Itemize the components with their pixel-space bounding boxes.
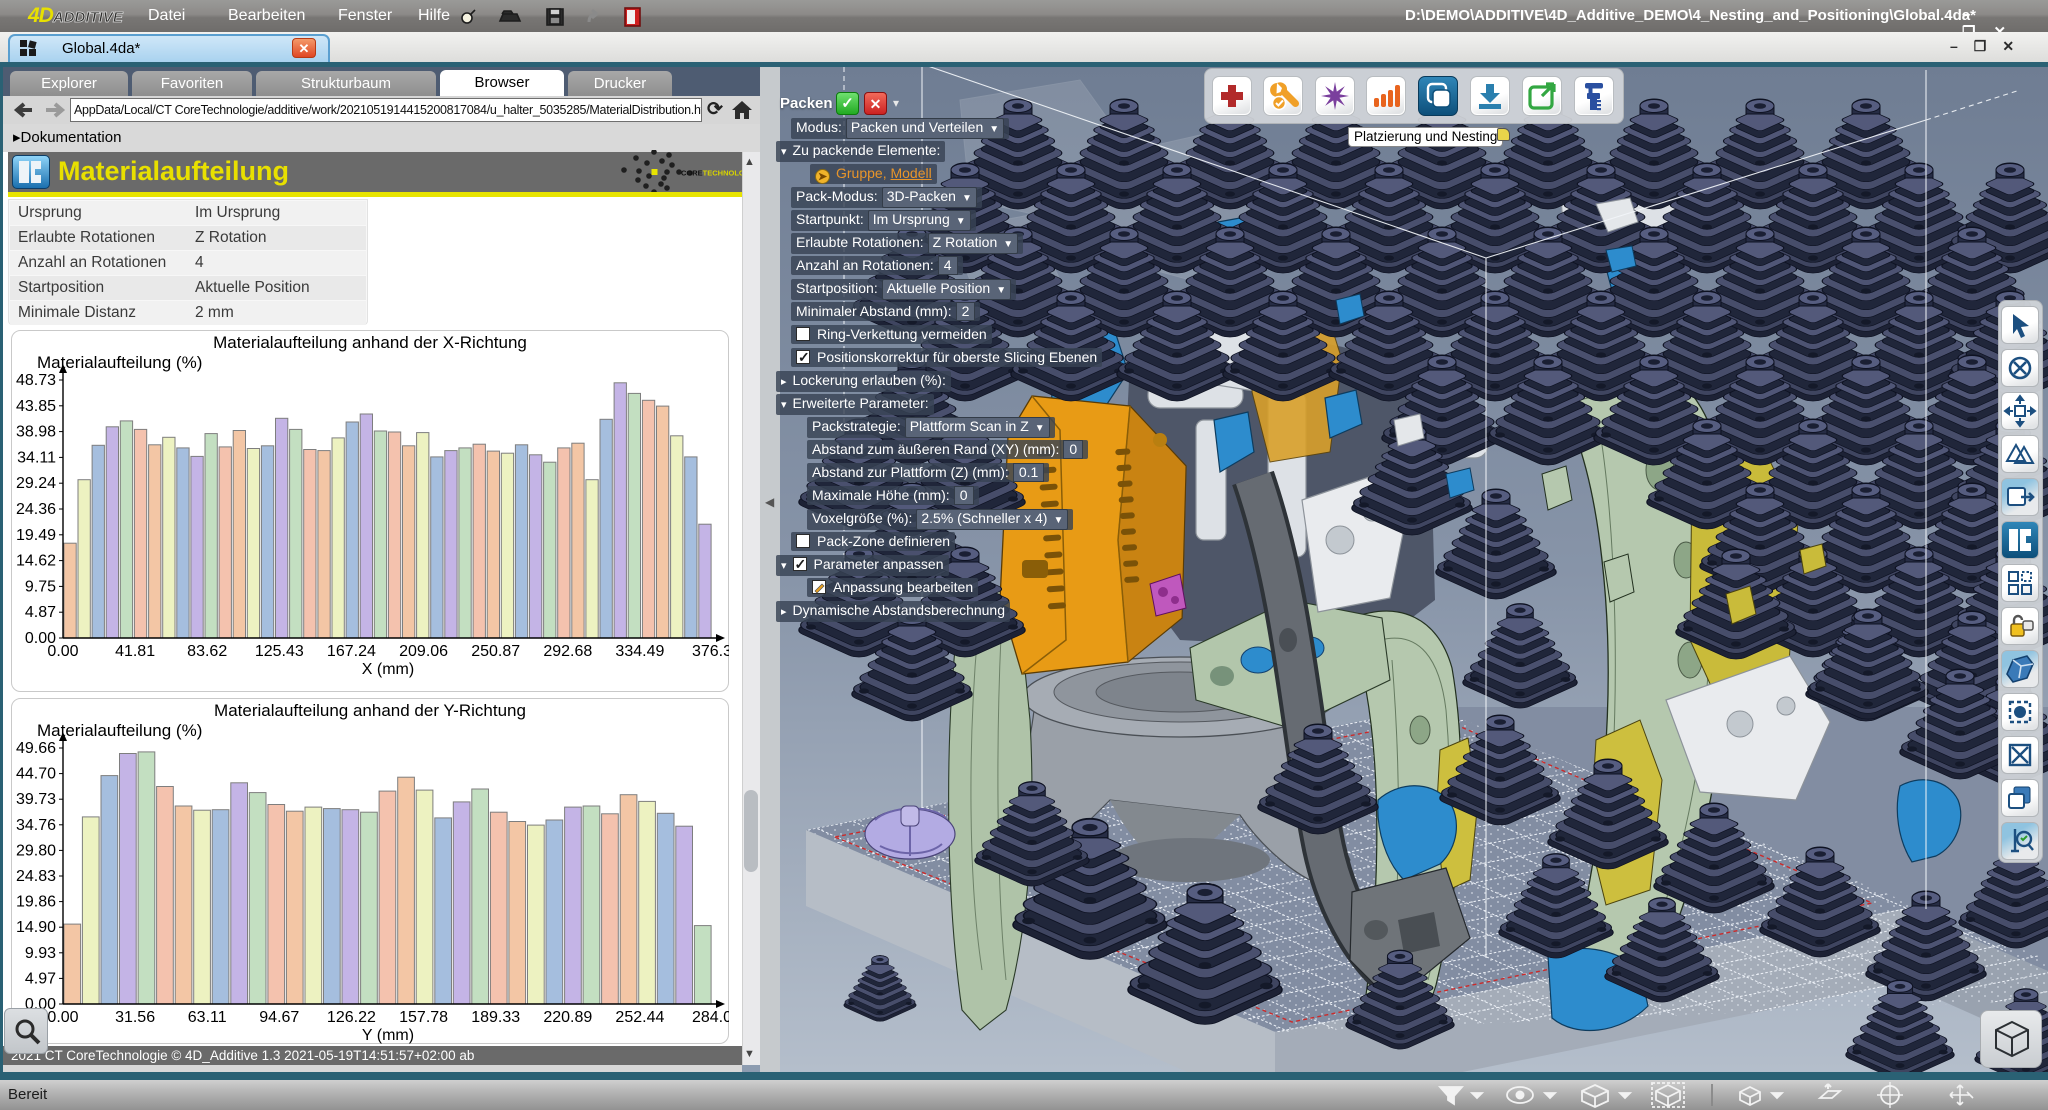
svg-text:Materialaufteilung anhand der: Materialaufteilung anhand der Y-Richtung xyxy=(214,701,526,720)
svg-text:34.76: 34.76 xyxy=(16,817,56,834)
svg-text:292.68: 292.68 xyxy=(543,643,592,660)
svg-text:44.70: 44.70 xyxy=(16,766,56,783)
svg-text:49.66: 49.66 xyxy=(16,740,56,757)
svg-text:19.86: 19.86 xyxy=(16,894,56,911)
svg-text:43.85: 43.85 xyxy=(16,398,56,415)
svg-text:Y (mm): Y (mm) xyxy=(362,1027,414,1044)
svg-text:94.67: 94.67 xyxy=(259,1009,299,1026)
svg-text:Materialaufteilung anhand der: Materialaufteilung anhand der X-Richtung xyxy=(213,333,527,352)
svg-text:X (mm): X (mm) xyxy=(362,661,414,678)
svg-text:83.62: 83.62 xyxy=(187,643,227,660)
svg-text:157.78: 157.78 xyxy=(399,1009,448,1026)
svg-text:48.73: 48.73 xyxy=(16,372,56,389)
svg-text:189.33: 189.33 xyxy=(471,1009,520,1026)
svg-text:63.11: 63.11 xyxy=(188,1009,227,1026)
svg-text:125.43: 125.43 xyxy=(255,643,304,660)
svg-text:39.73: 39.73 xyxy=(16,791,56,808)
svg-text:29.24: 29.24 xyxy=(16,475,56,492)
svg-text:250.87: 250.87 xyxy=(471,643,520,660)
svg-text:167.24: 167.24 xyxy=(327,643,376,660)
svg-text:41.81: 41.81 xyxy=(115,643,155,660)
svg-text:4.87: 4.87 xyxy=(25,604,56,621)
svg-text:34.11: 34.11 xyxy=(17,449,56,466)
svg-text:14.62: 14.62 xyxy=(16,553,56,570)
svg-text:24.36: 24.36 xyxy=(16,501,56,518)
svg-text:252.44: 252.44 xyxy=(615,1009,664,1026)
svg-text:14.90: 14.90 xyxy=(16,919,56,936)
svg-text:CORETECHNOLOGIE: CORETECHNOLOGIE xyxy=(681,169,744,178)
svg-text:31.56: 31.56 xyxy=(115,1009,155,1026)
svg-text:0.00: 0.00 xyxy=(47,643,78,660)
svg-text:9.75: 9.75 xyxy=(25,578,56,595)
svg-text:220.89: 220.89 xyxy=(543,1009,592,1026)
svg-text:0.00: 0.00 xyxy=(47,1009,78,1026)
svg-text:24.83: 24.83 xyxy=(16,868,56,885)
svg-text:209.06: 209.06 xyxy=(399,643,448,660)
svg-text:29.80: 29.80 xyxy=(16,842,56,859)
svg-text:19.49: 19.49 xyxy=(16,527,56,544)
svg-text:126.22: 126.22 xyxy=(327,1009,376,1026)
svg-text:376.3: 376.3 xyxy=(692,643,729,660)
svg-text:38.98: 38.98 xyxy=(16,424,56,441)
svg-text:4.97: 4.97 xyxy=(25,970,56,987)
svg-text:334.49: 334.49 xyxy=(615,643,664,660)
svg-text:284.0: 284.0 xyxy=(692,1009,729,1026)
svg-text:9.93: 9.93 xyxy=(25,945,56,962)
